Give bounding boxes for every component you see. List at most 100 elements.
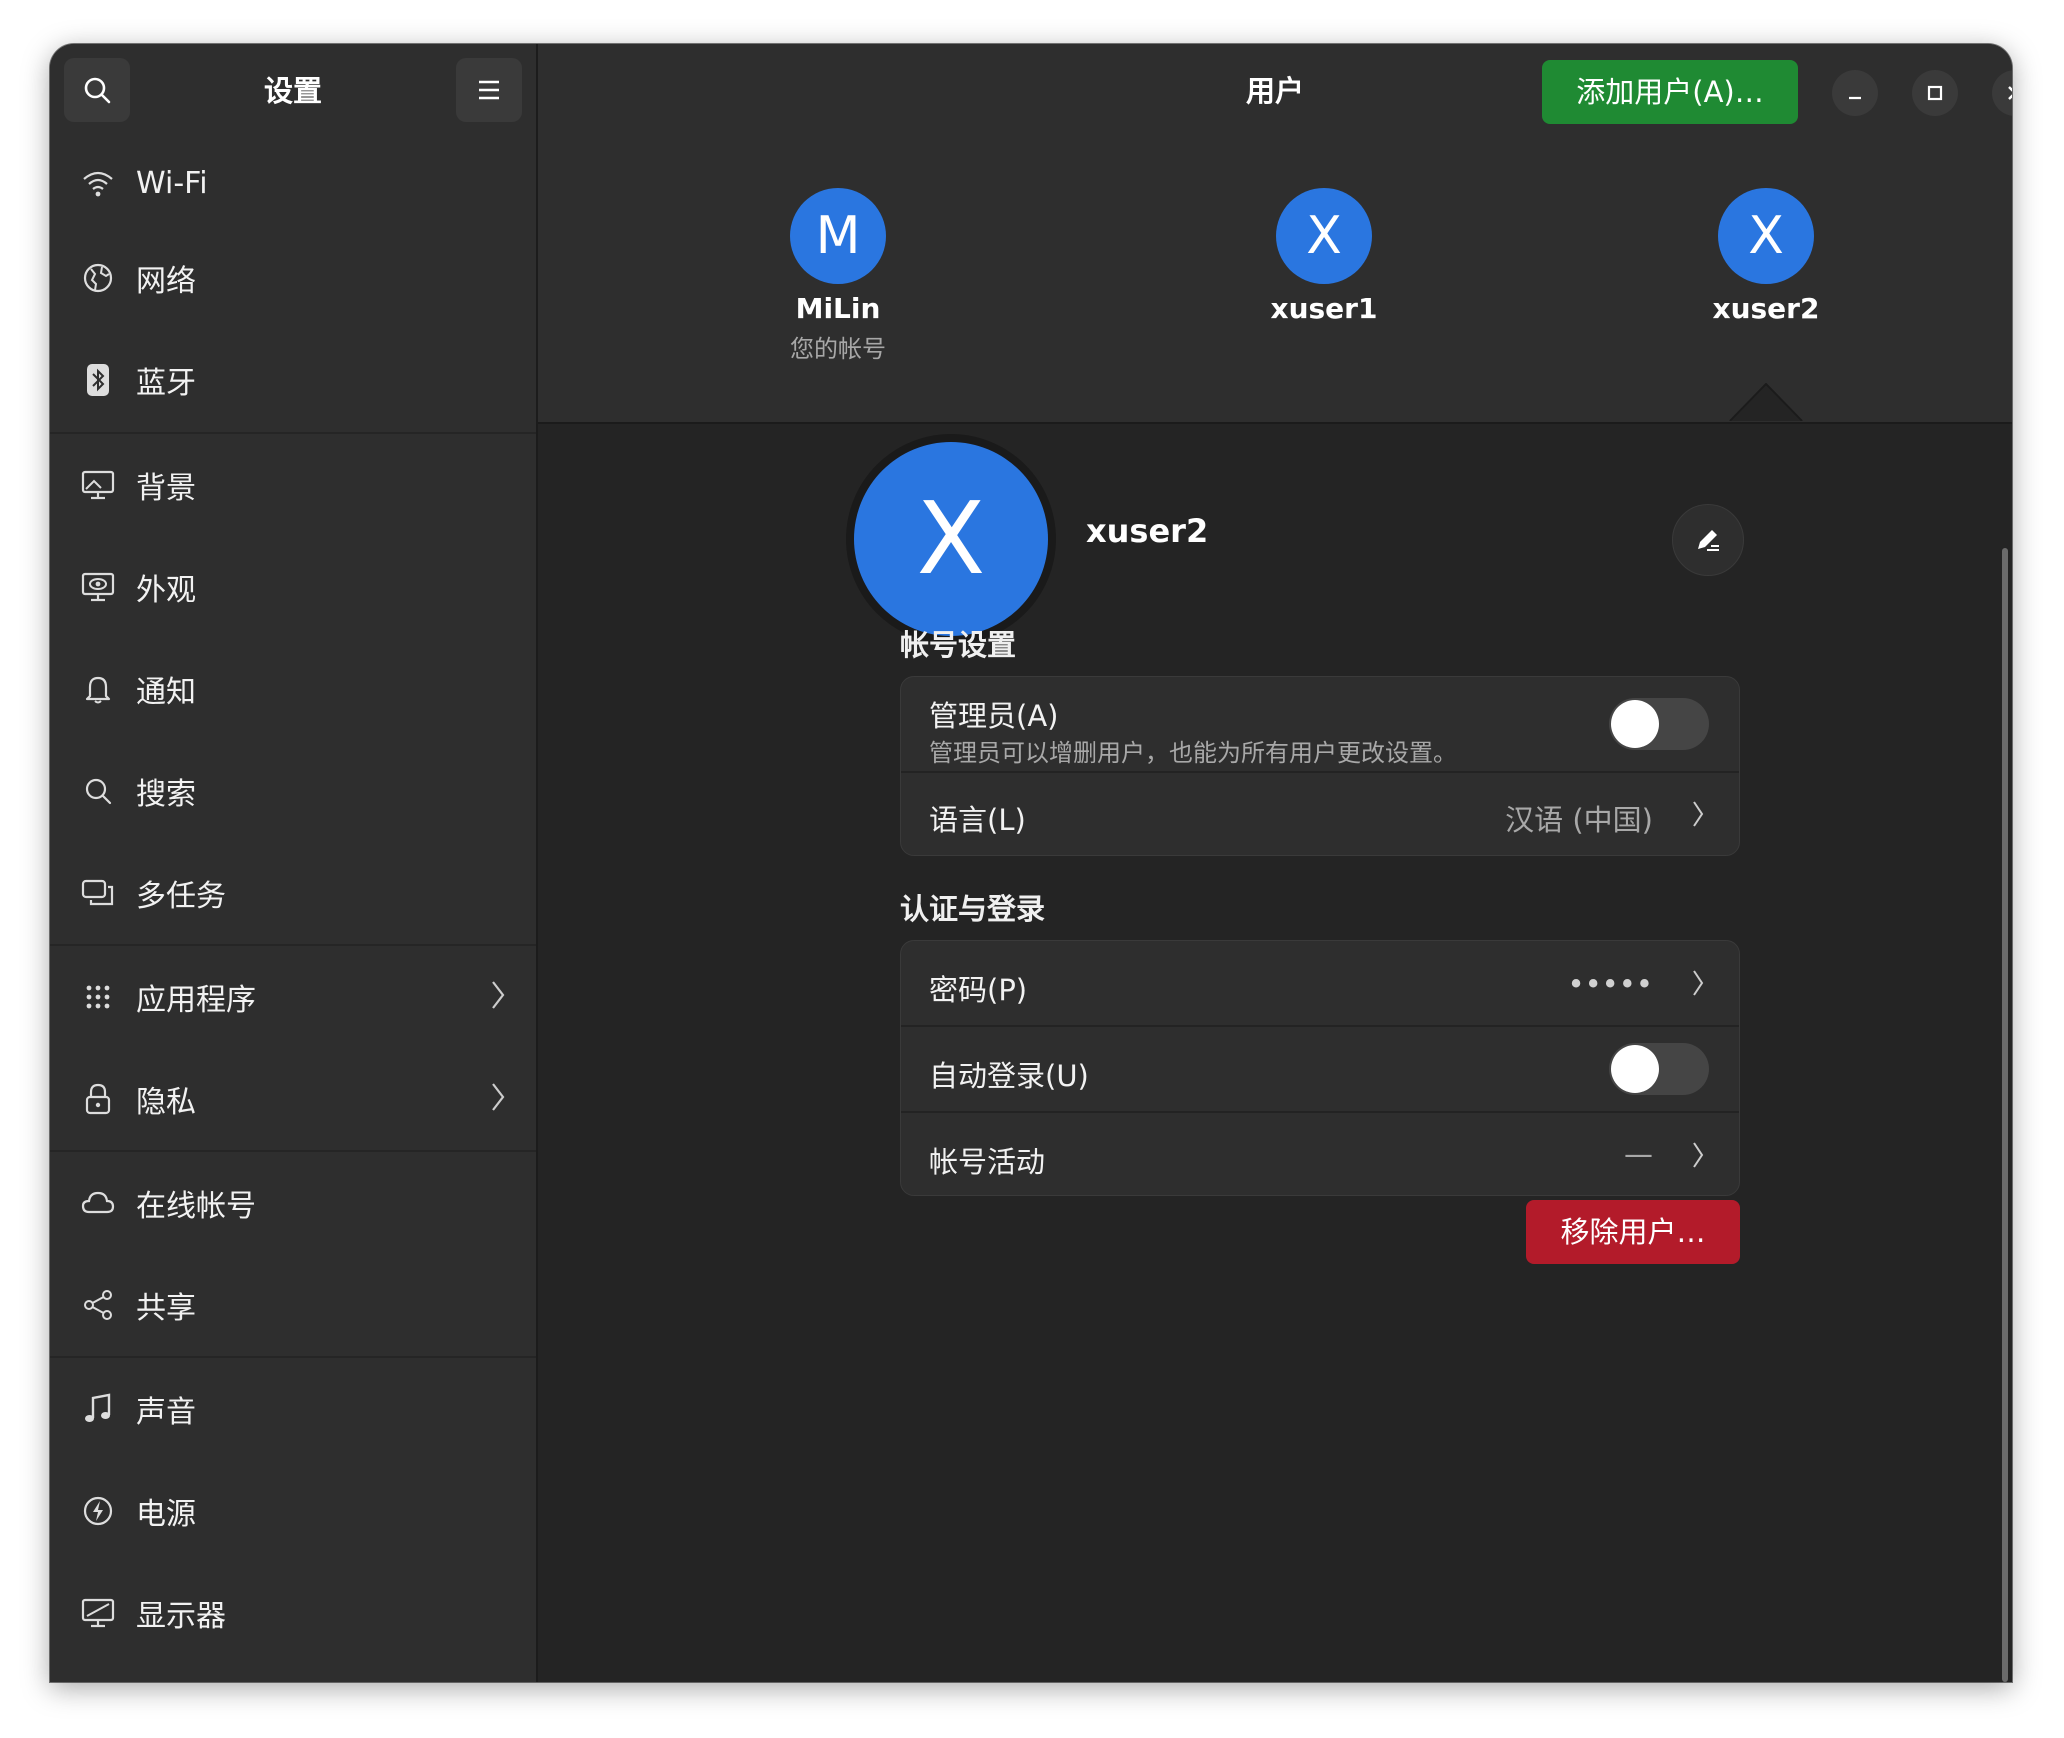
sidebar-item-bluetooth[interactable]: 蓝牙 <box>50 328 536 432</box>
share-icon <box>80 1287 116 1323</box>
sidebar-item-displays[interactable]: 显示器 <box>50 1562 536 1664</box>
sidebar-item-label: 显示器 <box>136 1599 226 1634</box>
sidebar-item-label: 网络 <box>136 264 196 299</box>
toggle-knob <box>1611 700 1659 748</box>
sidebar-item-sound[interactable]: 声音 <box>50 1358 536 1460</box>
users-panel: 用户 添加用户(A)… M MiLin 您的帐号 X xuser1 X xuse… <box>538 44 2012 1682</box>
autologin-title: 自动登录(U) <box>929 1059 1089 1093</box>
add-user-button[interactable]: 添加用户(A)… <box>1542 60 1798 124</box>
sidebar-item-multitasking[interactable]: 多任务 <box>50 842 536 944</box>
scrollbar[interactable] <box>2002 548 2008 1682</box>
chevron-right-icon <box>490 1081 506 1117</box>
auth-heading: 认证与登录 <box>900 892 1046 926</box>
password-row[interactable]: 密码(P) ••••• <box>901 941 1739 1027</box>
password-value: ••••• <box>1567 967 1653 1001</box>
chevron-right-icon <box>1691 1140 1705 1174</box>
avatar: X <box>854 442 1048 636</box>
avatar-button[interactable]: X <box>846 434 1056 644</box>
sidebar-item-label: 背景 <box>136 471 196 506</box>
sidebar-item-online-accounts[interactable]: 在线帐号 <box>50 1152 536 1254</box>
main-menu-button[interactable] <box>456 58 522 122</box>
sidebar-item-privacy[interactable]: 隐私 <box>50 1048 536 1150</box>
user-chip-xuser2[interactable]: X xuser2 <box>1666 188 1866 325</box>
sidebar-item-wifi[interactable]: Wi-Fi <box>50 138 536 228</box>
bluetooth-icon <box>80 362 116 398</box>
minimize-button[interactable] <box>1832 70 1878 116</box>
sidebar-header: 设置 <box>50 44 536 138</box>
autologin-toggle[interactable] <box>1609 1043 1709 1095</box>
admin-row: 管理员(A) 管理员可以增删用户，也能为所有用户更改设置。 <box>901 677 1739 773</box>
chevron-right-icon <box>490 979 506 1015</box>
lock-icon <box>80 1081 116 1117</box>
user-name: MiLin <box>795 292 881 325</box>
background-icon <box>80 467 116 503</box>
toggle-knob <box>1611 1045 1659 1093</box>
user-carousel: M MiLin 您的帐号 X xuser1 X xuser2 <box>538 138 2012 424</box>
sidebar-item-background[interactable]: 背景 <box>50 434 536 536</box>
settings-window: 设置 Wi-Fi 网络 蓝牙 背景 外观 通知 搜索 多任务 应用程序 隐私 在… <box>50 44 2012 1682</box>
user-chip-milin[interactable]: M MiLin 您的帐号 <box>738 188 938 364</box>
wifi-icon <box>80 165 116 201</box>
header-bar: 用户 添加用户(A)… <box>538 44 2012 138</box>
sidebar-item-label: 在线帐号 <box>136 1189 256 1224</box>
activity-value: — <box>1624 1137 1653 1171</box>
minimize-icon <box>1849 96 1861 100</box>
auth-card: 密码(P) ••••• 自动登录(U) 帐号活动 — <box>900 940 1740 1196</box>
user-name: xuser1 <box>1270 292 1378 325</box>
sidebar-item-label: 多任务 <box>136 879 226 914</box>
sidebar-item-search[interactable]: 搜索 <box>50 740 536 842</box>
activity-title: 帐号活动 <box>929 1145 1046 1179</box>
sidebar-item-appearance[interactable]: 外观 <box>50 536 536 638</box>
user-details: X xuser2 帐号设置 管理员(A) 管理员可以增删用户，也能为所有用户更改… <box>538 424 2012 1682</box>
sidebar-item-label: 共享 <box>136 1291 196 1326</box>
sidebar-item-label: 通知 <box>136 675 196 710</box>
avatar: X <box>1718 188 1814 284</box>
admin-subtitle: 管理员可以增删用户，也能为所有用户更改设置。 <box>929 739 1457 767</box>
sidebar-item-apps[interactable]: 应用程序 <box>50 946 536 1048</box>
sidebar-item-network[interactable]: 网络 <box>50 228 536 328</box>
user-name: xuser2 <box>1712 292 1820 325</box>
user-chip-xuser1[interactable]: X xuser1 <box>1224 188 1424 325</box>
language-title: 语言(L) <box>929 803 1026 837</box>
account-settings-heading: 帐号设置 <box>900 628 1017 662</box>
sidebar-item-label: 蓝牙 <box>136 366 196 401</box>
remove-user-button[interactable]: 移除用户… <box>1526 1200 1740 1264</box>
maximize-button[interactable] <box>1912 70 1958 116</box>
sidebar-item-label: 电源 <box>136 1497 196 1532</box>
autologin-row: 自动登录(U) <box>901 1027 1739 1113</box>
multitasking-icon <box>80 875 116 911</box>
cloud-icon <box>80 1185 116 1221</box>
edit-name-button[interactable] <box>1672 504 1744 576</box>
password-title: 密码(P) <box>929 973 1028 1007</box>
power-icon <box>80 1493 116 1529</box>
hamburger-menu-icon <box>479 80 499 100</box>
language-row[interactable]: 语言(L) 汉语 (中国) <box>901 773 1739 855</box>
sidebar-item-label: 外观 <box>136 573 196 608</box>
account-settings-card: 管理员(A) 管理员可以增删用户，也能为所有用户更改设置。 语言(L) 汉语 (… <box>900 676 1740 856</box>
sidebar-item-label: 隐私 <box>136 1085 196 1120</box>
admin-toggle[interactable] <box>1609 698 1709 750</box>
display-icon <box>80 1595 116 1631</box>
maximize-icon <box>1927 85 1943 101</box>
appearance-icon <box>80 569 116 605</box>
apps-grid-icon <box>80 979 116 1015</box>
sidebar-item-label: 声音 <box>136 1395 196 1430</box>
language-value: 汉语 (中国) <box>1505 803 1653 837</box>
selected-user-name: xuser2 <box>1086 512 1209 550</box>
pencil-icon <box>1698 530 1719 551</box>
sidebar-item-label: 搜索 <box>136 777 196 812</box>
avatar: M <box>790 188 886 284</box>
sidebar: 设置 Wi-Fi 网络 蓝牙 背景 外观 通知 搜索 多任务 应用程序 隐私 在… <box>50 44 538 1682</box>
close-icon <box>2008 86 2012 100</box>
chevron-right-icon <box>1691 968 1705 1002</box>
sidebar-item-notifications[interactable]: 通知 <box>50 638 536 740</box>
music-note-icon <box>80 1391 116 1427</box>
sidebar-item-power[interactable]: 电源 <box>50 1460 536 1562</box>
sidebar-list: Wi-Fi 网络 蓝牙 背景 外观 通知 搜索 多任务 应用程序 隐私 在线帐号… <box>50 138 536 1664</box>
account-activity-row[interactable]: 帐号活动 — <box>901 1113 1739 1195</box>
bell-icon <box>80 671 116 707</box>
sidebar-item-label: 应用程序 <box>136 983 256 1018</box>
user-subtitle: 您的帐号 <box>790 335 886 363</box>
sidebar-item-sharing[interactable]: 共享 <box>50 1254 536 1356</box>
chevron-right-icon <box>1691 799 1705 833</box>
